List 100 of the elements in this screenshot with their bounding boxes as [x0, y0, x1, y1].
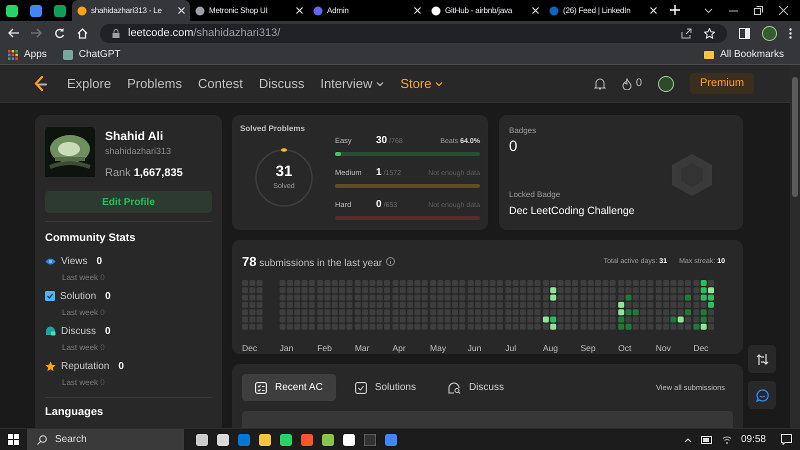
- pinned-tab-icon[interactable]: [30, 4, 42, 16]
- solved-value: 1: [376, 166, 382, 180]
- search-field[interactable]: Search: [27, 428, 184, 450]
- edit-profile-button[interactable]: Edit Profile: [45, 191, 212, 213]
- side-panel-icon[interactable]: [739, 28, 750, 38]
- new-tab-icon[interactable]: [670, 5, 680, 15]
- notification-icon[interactable]: [781, 434, 792, 445]
- app-icon[interactable]: [217, 434, 229, 446]
- home-icon[interactable]: [77, 28, 88, 38]
- month-label: Nov: [656, 342, 671, 352]
- chevron-up-icon[interactable]: [684, 436, 692, 442]
- apps-icon: [8, 50, 18, 60]
- month-label: Oct: [618, 342, 632, 352]
- tab-title: Admin: [327, 4, 349, 16]
- site-icon: [431, 6, 441, 16]
- month-label: Jul: [505, 342, 516, 352]
- site-icon: [549, 6, 559, 16]
- reload-icon[interactable]: [54, 28, 65, 38]
- pinned-tab-icon[interactable]: [6, 4, 18, 16]
- smiley-chat-icon: [756, 388, 768, 402]
- stat-label: Discuss: [61, 324, 96, 338]
- section-title: Community Stats: [45, 231, 136, 246]
- task-view-icon[interactable]: [196, 434, 208, 446]
- forward-icon[interactable]: [31, 28, 42, 38]
- bookmark-link[interactable]: ChatGPT: [62, 47, 120, 62]
- scrollbar-thumb[interactable]: [792, 77, 798, 197]
- stat-value: 0: [105, 324, 111, 338]
- checkbox-icon: [45, 291, 55, 301]
- pinned-tab-icon[interactable]: [54, 4, 66, 16]
- checkbox-icon: [354, 382, 367, 394]
- wifi-icon[interactable]: [722, 435, 732, 444]
- feedback-button[interactable]: [748, 381, 776, 409]
- tab-title: Metronic Shop UI: [209, 4, 268, 16]
- streak-counter[interactable]: 0: [622, 75, 642, 92]
- avatar-icon[interactable]: [658, 76, 674, 92]
- close-icon[interactable]: [779, 6, 788, 15]
- restore-icon[interactable]: [754, 6, 763, 15]
- url-text: leetcode.com/shahidazhari313/: [128, 26, 280, 41]
- caret-icon: [435, 80, 444, 88]
- all-bookmarks-button[interactable]: All Bookmarks: [704, 47, 792, 62]
- month-label: Jan: [280, 342, 294, 352]
- month-label: Jun: [468, 342, 482, 352]
- clock-text: 09:58: [740, 433, 766, 447]
- lock-icon: [112, 28, 120, 38]
- bookmark-icon: [62, 50, 73, 60]
- nav-link[interactable]: Contest: [198, 74, 243, 94]
- month-label: Dec: [242, 342, 258, 352]
- switch-layout-button[interactable]: [748, 345, 776, 373]
- submissions-title: 78 submissions in the last year: [242, 253, 382, 271]
- locked-badge-name: Dec LeetCoding Challenge: [509, 204, 635, 220]
- tab-search-icon[interactable]: [704, 6, 713, 15]
- star-icon: [45, 360, 56, 372]
- chat-search-icon: [448, 382, 461, 394]
- locked-badge-label: Locked Badge: [509, 189, 562, 202]
- tab-title: GitHub - airbnb/java: [445, 4, 512, 16]
- bell-icon[interactable]: [594, 77, 606, 90]
- bookmark-link[interactable]: Apps: [8, 47, 47, 62]
- app-icon[interactable]: [280, 434, 292, 446]
- stat-value: 0: [118, 360, 124, 374]
- month-label: Apr: [392, 342, 406, 352]
- folder-icon[interactable]: [259, 434, 271, 446]
- swap-icon: [756, 352, 768, 366]
- browser-tab[interactable]: shahidazhari313 - Le: [72, 0, 190, 21]
- nav-link[interactable]: Explore: [67, 74, 112, 94]
- terminal-icon[interactable]: [364, 434, 376, 446]
- nav-link[interactable]: Problems: [127, 74, 182, 94]
- premium-button[interactable]: Premium: [690, 73, 754, 94]
- logo-icon[interactable]: [33, 76, 47, 92]
- eye-icon: [45, 256, 56, 266]
- section-title: Languages: [45, 404, 104, 420]
- nav-link[interactable]: Store: [400, 74, 444, 94]
- nav-link[interactable]: Interview: [320, 74, 384, 94]
- month-label: Feb: [317, 342, 332, 352]
- more-menu-icon[interactable]: [789, 28, 792, 38]
- address-field[interactable]: leetcode.com/shahidazhari313/: [100, 24, 727, 42]
- stat-label: Views: [61, 254, 88, 268]
- battery-icon[interactable]: [700, 436, 713, 444]
- month-label: Sep: [580, 342, 596, 352]
- chat-bubble-icon: [45, 326, 56, 336]
- list-icon: [255, 382, 267, 394]
- search-icon: [37, 434, 47, 444]
- start-icon[interactable]: [8, 434, 19, 445]
- flame-icon: [622, 78, 632, 90]
- activity-tab[interactable]: Recent AC: [242, 374, 336, 401]
- site-icon: [195, 6, 205, 16]
- bookmark-star-icon[interactable]: [704, 28, 715, 38]
- tab-title: (26) Feed | LinkedIn: [563, 4, 630, 16]
- activity-tab[interactable]: Solutions: [342, 374, 429, 401]
- profile-username: shahidazhari313: [105, 145, 172, 158]
- avatar-icon[interactable]: [762, 26, 777, 40]
- solved-value: 30: [376, 134, 388, 148]
- solved-value: 0: [376, 198, 382, 212]
- app-icon[interactable]: [322, 434, 334, 446]
- nav-link[interactable]: Discuss: [258, 74, 304, 94]
- activity-tab[interactable]: Discuss: [434, 374, 517, 401]
- share-icon[interactable]: [681, 28, 692, 38]
- info-icon[interactable]: [386, 257, 396, 266]
- stat-label: Solution: [60, 290, 96, 304]
- app-icon[interactable]: [343, 434, 355, 446]
- back-icon[interactable]: [8, 28, 19, 38]
